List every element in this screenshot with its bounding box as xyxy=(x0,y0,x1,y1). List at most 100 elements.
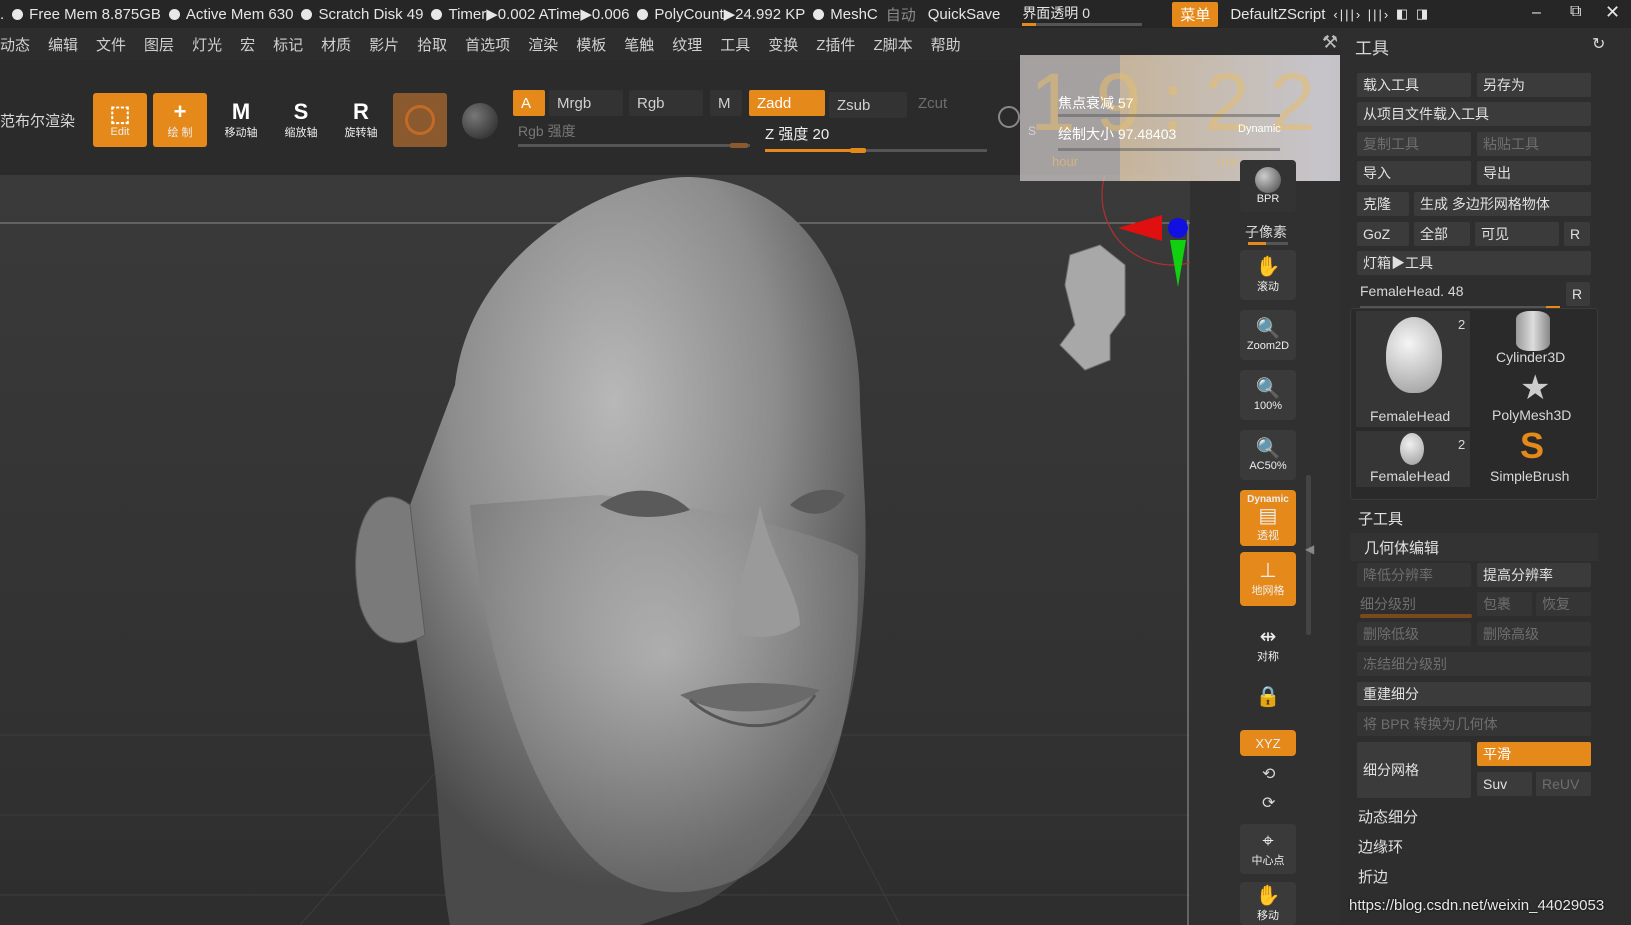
canvas-viewport[interactable] xyxy=(0,175,1190,925)
del-lower-button[interactable]: 删除低级 xyxy=(1357,622,1471,646)
mrgb-toggle[interactable]: Mrgb xyxy=(549,90,623,116)
xyz-button[interactable]: XYZ xyxy=(1240,730,1296,756)
suv-toggle[interactable]: Suv xyxy=(1477,772,1532,796)
symmetry-button[interactable]: ⇹ 对称 xyxy=(1240,620,1296,670)
collapse-panel-icon[interactable]: ◀ xyxy=(1305,542,1314,556)
color-picker-icon[interactable] xyxy=(462,103,498,139)
dynamic-subdiv-section[interactable]: 动态细分 xyxy=(1350,802,1598,830)
smooth-toggle[interactable]: 平滑 xyxy=(1477,742,1591,766)
move-button[interactable]: M 移动轴 xyxy=(214,93,268,147)
rgb-intensity-slider[interactable] xyxy=(518,143,750,148)
floor-grid-button[interactable]: ⊥ 地网格 xyxy=(1240,552,1296,606)
menu-item[interactable]: 首选项 xyxy=(456,34,519,55)
menu-item[interactable]: 灯光 xyxy=(183,34,231,55)
z-intensity-handle[interactable] xyxy=(850,148,866,153)
export-button[interactable]: 导出 xyxy=(1477,161,1591,185)
menu-item[interactable]: 工具 xyxy=(711,34,759,55)
tool-thumb-femalehead-small[interactable]: 2 FemaleHead xyxy=(1356,431,1470,487)
reconstruct-button[interactable]: 重建细分 xyxy=(1357,682,1591,706)
transparency-slider[interactable]: 界面透明 0 xyxy=(1022,3,1143,26)
move-view-button[interactable]: ✋ 移动 xyxy=(1240,882,1296,925)
load-tool-button[interactable]: 载入工具 xyxy=(1357,73,1471,97)
menu-item[interactable]: 动态 xyxy=(0,34,39,55)
quicksave-button[interactable]: QuickSave xyxy=(928,6,1001,23)
menu-item[interactable]: 纹理 xyxy=(663,34,711,55)
tool-thumb-simplebrush[interactable]: S SimpleBrush xyxy=(1476,427,1590,487)
tool-thumb-femalehead[interactable]: 2 FemaleHead xyxy=(1356,311,1470,427)
zoom100-button[interactable]: 🔍 100% xyxy=(1240,370,1296,420)
menu-item[interactable]: 宏 xyxy=(231,34,264,55)
menu-item[interactable]: 模板 xyxy=(567,34,615,55)
restore-icon[interactable]: ⧉ xyxy=(1570,3,1581,21)
zadd-toggle[interactable]: Zadd xyxy=(749,90,825,116)
save-as-button[interactable]: 另存为 xyxy=(1477,73,1591,97)
goz-button[interactable]: GoZ xyxy=(1357,222,1409,246)
subtool-section[interactable]: 子工具 xyxy=(1350,504,1598,532)
load-from-project-button[interactable]: 从项目文件载入工具 xyxy=(1357,102,1591,126)
lock-button[interactable]: 🔒 xyxy=(1240,672,1296,722)
zoom2d-button[interactable]: 🔍 Zoom2D xyxy=(1240,310,1296,360)
rgb-toggle[interactable]: Rgb xyxy=(629,90,703,116)
del-higher-button[interactable]: 删除高级 xyxy=(1477,622,1591,646)
menu-item[interactable]: 笔触 xyxy=(615,34,663,55)
zcut-toggle[interactable]: Zcut xyxy=(910,90,976,116)
higher-res-button[interactable]: 提高分辨率 xyxy=(1477,563,1591,587)
menu-item[interactable]: 文件 xyxy=(87,34,135,55)
import-button[interactable]: 导入 xyxy=(1357,161,1471,185)
edge-loop-section[interactable]: 边缘环 xyxy=(1350,832,1598,860)
center-button[interactable]: ⌖ 中心点 xyxy=(1240,824,1296,874)
layout-icons[interactable]: ‹|||› |||› ◧ ◨ xyxy=(1333,6,1430,22)
layout-prev-icon[interactable]: ‹|||› xyxy=(1333,7,1362,22)
goz-visible-button[interactable]: 可见 xyxy=(1475,222,1559,246)
menu-item[interactable]: 图层 xyxy=(135,34,183,55)
cage-button[interactable]: 包裹 xyxy=(1477,592,1532,616)
current-tool-r-button[interactable]: R xyxy=(1566,282,1590,306)
menu-button[interactable]: 菜单 xyxy=(1172,1,1219,27)
bpr-button[interactable]: BPR xyxy=(1240,160,1296,212)
panel-title[interactable]: 工具 xyxy=(1355,34,1389,59)
close-icon[interactable]: ✕ xyxy=(1605,2,1620,23)
rotate-button[interactable]: R 旋转轴 xyxy=(334,93,388,147)
lower-res-button[interactable]: 降低分辨率 xyxy=(1357,563,1471,587)
restore-button[interactable]: 恢复 xyxy=(1536,592,1591,616)
menu-item[interactable]: 标记 xyxy=(264,34,312,55)
menu-item[interactable]: 渲染 xyxy=(519,34,567,55)
reuv-toggle[interactable]: ReUV xyxy=(1536,772,1591,796)
sdiv-slider[interactable] xyxy=(1360,614,1472,618)
layout-next-icon[interactable]: |||› xyxy=(1368,7,1390,22)
lightbox-tools-button[interactable]: 灯箱▶工具 xyxy=(1357,251,1591,275)
edit-button[interactable]: ⬚ Edit xyxy=(93,93,147,147)
panel-refresh-icon[interactable]: ↻ xyxy=(1592,34,1605,54)
rotate-y-icon[interactable]: ⟲ xyxy=(1262,764,1275,784)
clone-button[interactable]: 克隆 xyxy=(1357,192,1409,216)
goz-all-button[interactable]: 全部 xyxy=(1414,222,1470,246)
geometry-section[interactable]: 几何体编辑 xyxy=(1350,533,1598,561)
crease-section[interactable]: 折边 xyxy=(1350,862,1598,890)
paste-tool-button[interactable]: 粘贴工具 xyxy=(1477,132,1591,156)
render-button[interactable]: 范布尔渲染 xyxy=(0,110,75,131)
scroll-button[interactable]: ✋ 滚动 xyxy=(1240,250,1296,300)
menu-item[interactable]: 拾取 xyxy=(408,34,456,55)
a-toggle[interactable]: A xyxy=(513,90,545,116)
ac50-button[interactable]: 🔍 AC50% xyxy=(1240,430,1296,480)
menu-item[interactable]: Z插件 xyxy=(807,34,864,55)
subpixel-slider[interactable] xyxy=(1248,242,1288,245)
split-right-icon[interactable]: ◨ xyxy=(1416,6,1430,22)
menu-item[interactable]: 编辑 xyxy=(39,34,87,55)
rgb-intensity-handle[interactable] xyxy=(730,143,748,148)
menu-item[interactable]: Z脚本 xyxy=(864,34,921,55)
draw-size-slider[interactable] xyxy=(1058,148,1280,151)
make-polymesh-button[interactable]: 生成 多边形网格物体 xyxy=(1414,192,1591,216)
scale-button[interactable]: S 缩放轴 xyxy=(274,93,328,147)
freeze-sdiv-button[interactable]: 冻结细分级别 xyxy=(1357,652,1591,676)
menu-item[interactable]: 帮助 xyxy=(922,34,970,55)
material-button[interactable] xyxy=(393,93,447,147)
focal-shift-slider[interactable] xyxy=(1058,114,1280,117)
rotate-z-icon[interactable]: ⟳ xyxy=(1262,793,1275,813)
menu-item[interactable]: 影片 xyxy=(360,34,408,55)
menu-item[interactable]: 材质 xyxy=(312,34,360,55)
z-intensity-slider[interactable] xyxy=(765,148,987,153)
m-toggle[interactable]: M xyxy=(710,90,742,116)
perspective-button[interactable]: Dynamic ▤ 透视 xyxy=(1240,490,1296,546)
zsub-toggle[interactable]: Zsub xyxy=(829,92,907,118)
